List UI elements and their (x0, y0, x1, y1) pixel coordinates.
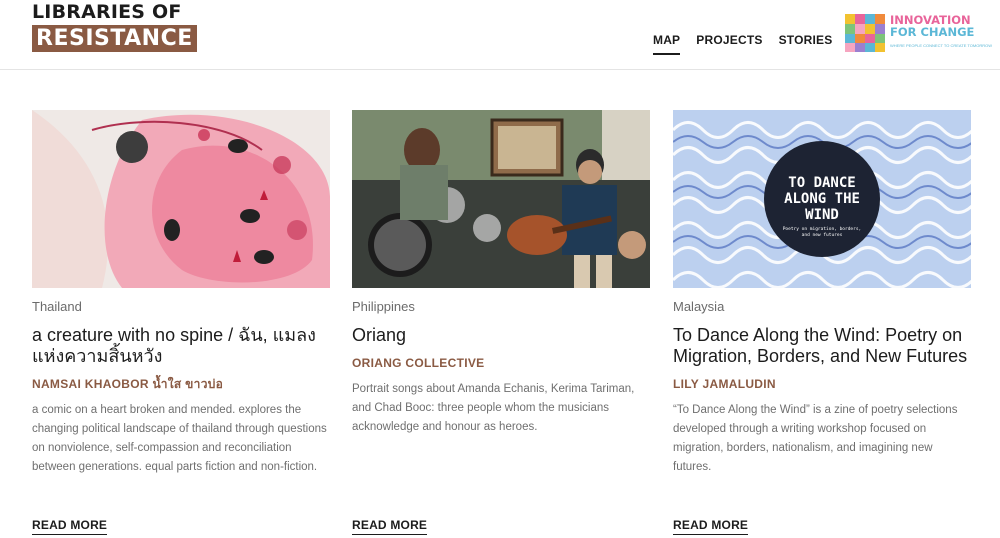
read-more-link[interactable]: READ MORE (352, 518, 428, 535)
card-author[interactable]: LILY JAMALUDIN (673, 376, 971, 392)
card-title[interactable]: a creature with no spine / ฉัน, แมลง แห่… (32, 325, 330, 367)
partner-mosaic-icon (845, 14, 885, 52)
project-card: Philippines Oriang ORIANG COLLECTIVE Por… (352, 110, 650, 437)
zine-cover-title: WIND (805, 207, 839, 223)
nav-item-projects[interactable]: PROJECTS (696, 33, 762, 55)
partner-line-2: FOR CHANGE (890, 24, 975, 39)
nav-item-map[interactable]: MAP (653, 33, 681, 55)
project-image-comic[interactable] (32, 110, 330, 288)
zine-cover-subtitle: and new futures (802, 232, 843, 238)
read-more-link[interactable]: READ MORE (673, 518, 749, 535)
read-more-link[interactable]: READ MORE (32, 518, 108, 535)
logo-line-1: LIBRARIES OF (32, 1, 182, 23)
card-title[interactable]: Oriang (352, 325, 650, 346)
nav-item-stories[interactable]: STORIES (779, 33, 833, 55)
card-country: Philippines (352, 299, 415, 314)
card-author[interactable]: NAMSAI KHAOBOR น้ำใส ขาวบ่อ (32, 376, 330, 392)
partner-logo[interactable]: INNOVATION FOR CHANGE WHERE PEOPLE CONNE… (845, 14, 992, 52)
main-nav: MAP PROJECTS STORIES (653, 33, 832, 55)
site-logo[interactable]: LIBRARIES OF RESISTANCE (32, 1, 197, 52)
project-image-zine[interactable]: TO DANCE ALONG THE WIND Poetry on migrat… (673, 110, 971, 288)
site-header: LIBRARIES OF RESISTANCE MAP PROJECTS STO… (0, 0, 1000, 70)
zine-cover-title: ALONG THE (784, 191, 860, 207)
card-author[interactable]: ORIANG COLLECTIVE (352, 355, 650, 371)
card-country: Malaysia (673, 299, 725, 314)
card-description: a comic on a heart broken and mended. ex… (32, 404, 327, 473)
zine-cover-subtitle: Poetry on migration, borders, (783, 226, 862, 232)
partner-name: INNOVATION FOR CHANGE (890, 14, 975, 39)
card-description: Portrait songs about Amanda Echanis, Ker… (352, 383, 635, 433)
logo-line-2: RESISTANCE (36, 26, 193, 51)
card-title[interactable]: To Dance Along the Wind: Poetry on Migra… (673, 325, 971, 367)
project-card: TO DANCE ALONG THE WIND Poetry on migrat… (673, 110, 971, 477)
zine-cover-title: TO DANCE (788, 175, 855, 191)
project-card: Thailand a creature with no spine / ฉัน,… (32, 110, 330, 477)
card-description: “To Dance Along the Wind” is a zine of p… (673, 404, 958, 473)
logo-badge: RESISTANCE (32, 25, 197, 52)
partner-tagline: WHERE PEOPLE CONNECT TO CREATE TOMORROW (890, 43, 993, 48)
card-country: Thailand (32, 299, 82, 314)
project-image-band[interactable] (352, 110, 650, 288)
